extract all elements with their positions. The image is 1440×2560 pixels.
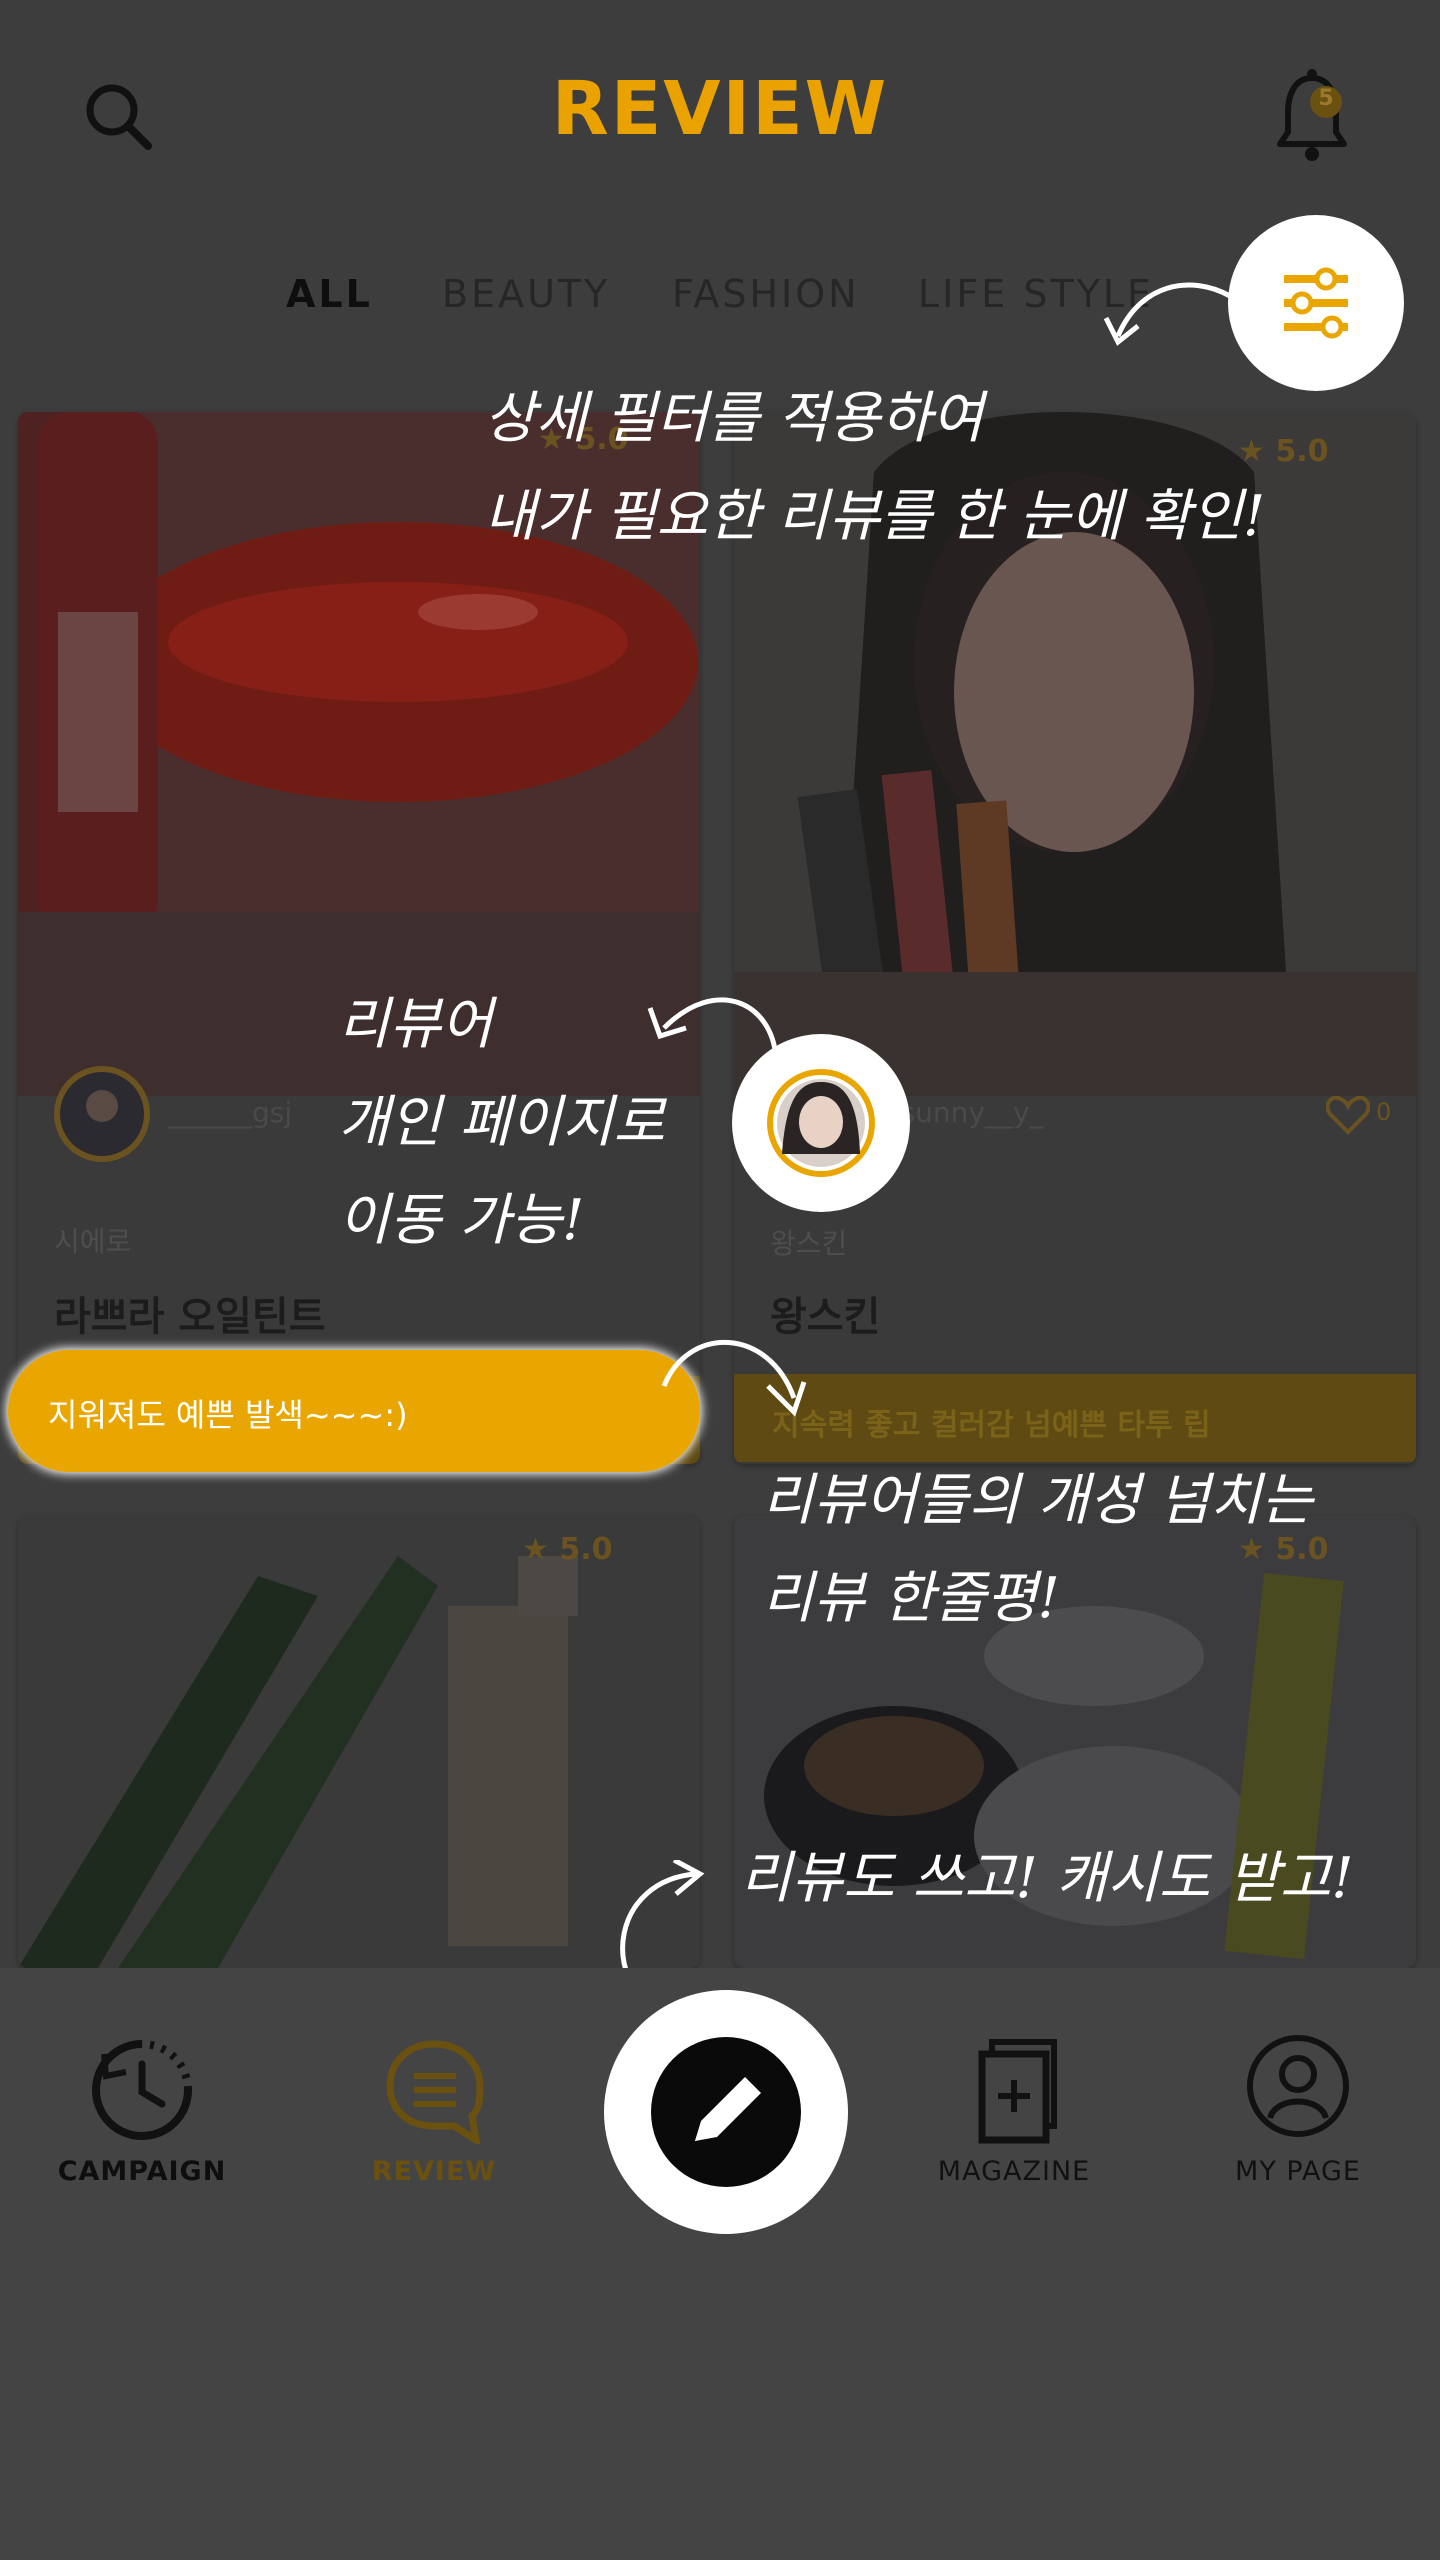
reviewer-name[interactable]: ______gsj: [168, 1096, 292, 1129]
arrow-to-comment-icon: [661, 1339, 807, 1417]
tab-fashion[interactable]: FASHION: [672, 272, 860, 316]
filter-guide-text: 상세 필터를 적용하여 내가 필요한 리뷰를 한 눈에 확인!: [484, 386, 1266, 549]
nav-my-page[interactable]: MY PAGE: [1178, 2156, 1418, 2187]
page-title: REVIEW: [551, 66, 889, 152]
campaign-clock-icon[interactable]: [88, 2036, 196, 2144]
comment-highlight: 지워져도 예쁜 발색~~~:): [8, 1350, 700, 1472]
write-button-inner[interactable]: [651, 2037, 801, 2187]
nav-campaign[interactable]: CAMPAIGN: [22, 2156, 262, 2187]
arrow-to-filter-icon: [1103, 282, 1232, 346]
skincare-photo: [18, 1516, 700, 1968]
brand-name: 왕스킨: [770, 1227, 848, 1260]
review-chat-icon[interactable]: [380, 2036, 488, 2144]
heart-icon[interactable]: [1326, 1096, 1370, 1136]
review-card[interactable]: ★ 5.0 ______gsj 시에로 라쁘라 오일틴트: [18, 412, 700, 1464]
filter-button[interactable]: [1228, 215, 1404, 391]
magazine-add-icon[interactable]: [970, 2036, 1060, 2146]
review-card[interactable]: ★ 5.0 ssunny__y_ 0 왕스킨 왕스킨 지속력 좋고 컬러감 넘예…: [734, 412, 1416, 1464]
like-count: 0: [1376, 1098, 1392, 1126]
tab-all[interactable]: ALL: [286, 272, 373, 316]
review-card[interactable]: ★ 5.0: [18, 1516, 700, 1968]
nav-magazine[interactable]: MAGAZINE: [894, 2156, 1134, 2187]
rating: ★ 5.0: [522, 1532, 613, 1567]
notification-badge: 5: [1318, 86, 1334, 111]
bell-icon[interactable]: [1272, 68, 1352, 164]
write-pencil-icon: [695, 2077, 761, 2141]
write-guide-text: 리뷰도 쓰고! 캐시도 받고!: [740, 1846, 1354, 1911]
filter-sliders-icon: [1284, 267, 1348, 339]
comment-guide-text: 리뷰어들의 개성 넘치는 리뷰 한줄평!: [762, 1468, 1313, 1631]
comment-example-text: 지워져도 예쁜 발색~~~:): [48, 1396, 408, 1434]
comment-text: 지속력 좋고 컬러감 넘예쁜 타투 립: [772, 1408, 1211, 1443]
user-icon[interactable]: [1246, 2034, 1350, 2138]
reviewer-guide-text: 리뷰어 개인 페이지로 이동 가능!: [338, 992, 665, 1253]
product-name: 라쁘라 오일틴트: [54, 1294, 326, 1340]
avatar[interactable]: [52, 1064, 152, 1164]
nav-review[interactable]: REVIEW: [314, 2156, 554, 2187]
tab-beauty[interactable]: BEAUTY: [442, 272, 610, 316]
brand-name: 시에로: [54, 1225, 132, 1258]
